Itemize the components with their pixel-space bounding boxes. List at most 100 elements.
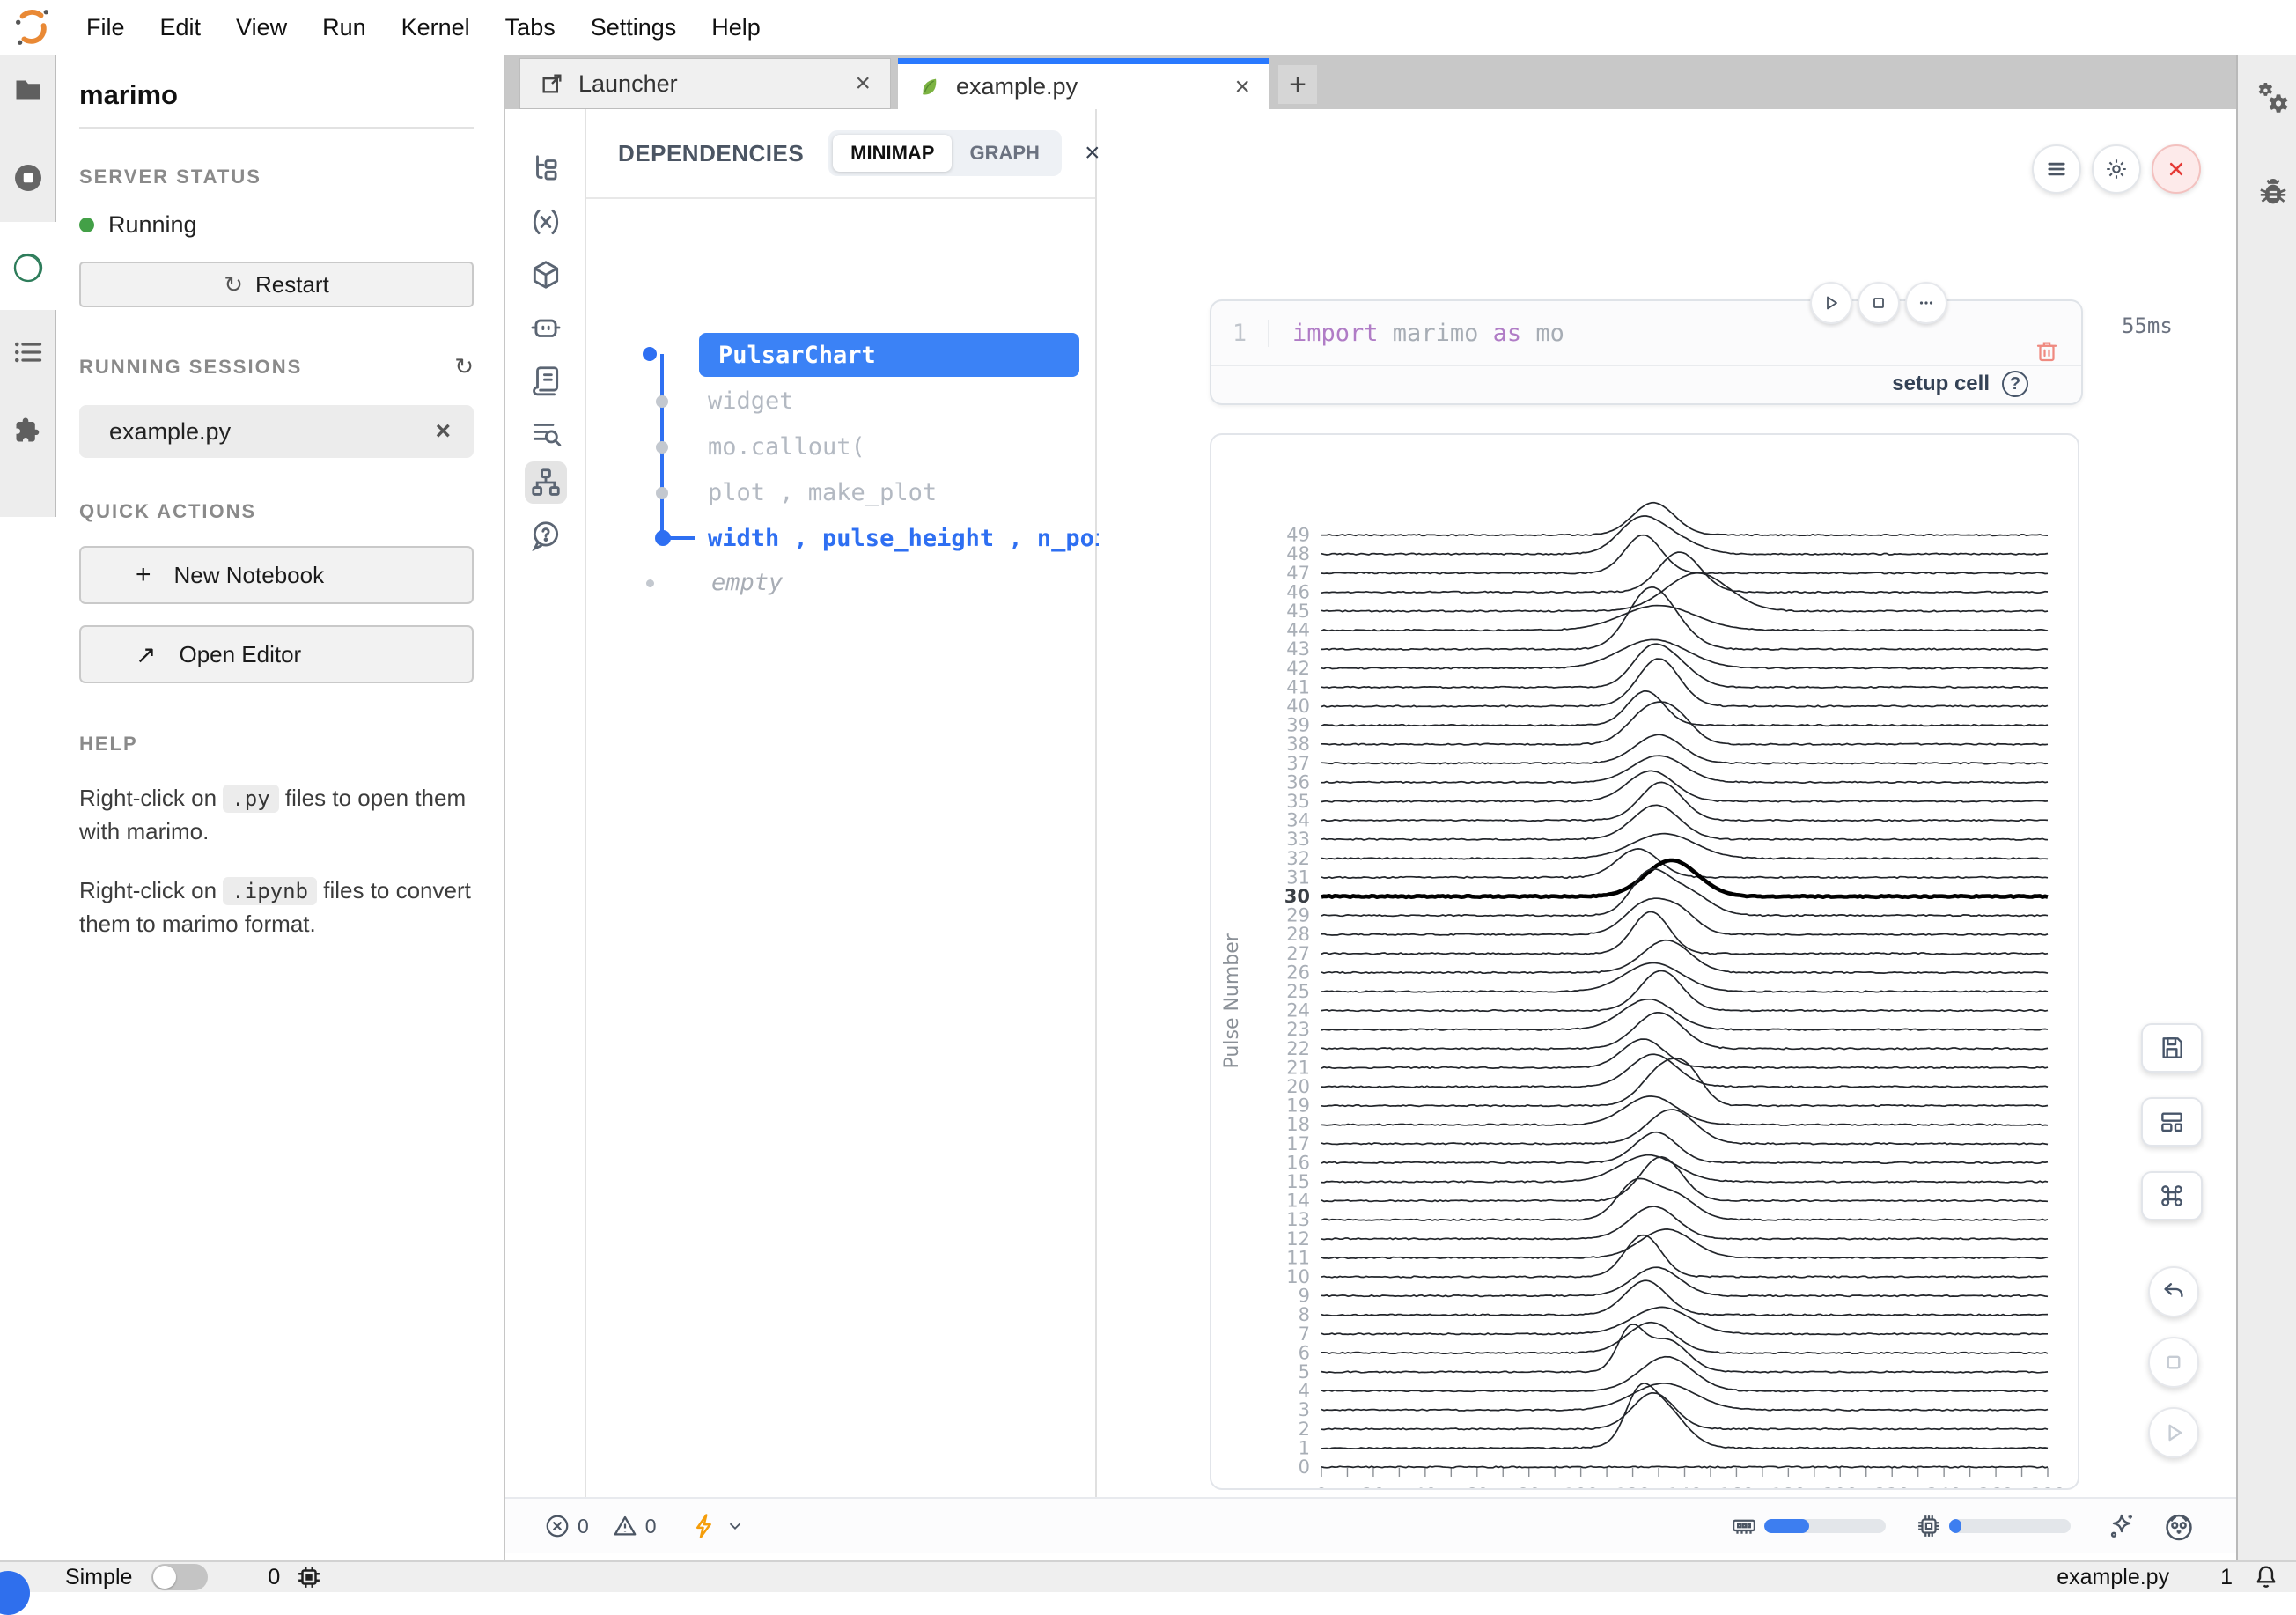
bell-icon[interactable] [2252,1563,2280,1591]
marimo-chat-icon[interactable] [2162,1509,2196,1543]
ridgeline-chart: 020406080100120140160180200220240260280P… [1211,435,2078,1490]
graph-toggle[interactable]: GRAPH [952,135,1056,172]
help-icon[interactable] [525,514,567,557]
new-tab-button[interactable]: + [1278,65,1317,104]
tree-item-empty[interactable]: empty [711,569,783,596]
svg-text:42: 42 [1286,658,1310,679]
undo-button[interactable] [2148,1266,2199,1317]
setup-help-icon[interactable]: ? [2002,371,2028,397]
tree-item-width-params[interactable]: width , pulse_height , n_poi [708,525,1108,552]
tree-item-pulsarchart[interactable]: PulsarChart [699,333,1079,377]
tree-item-widget[interactable]: widget [708,387,794,415]
tab-launcher-close-icon[interactable]: × [855,69,871,99]
svg-text:13: 13 [1286,1209,1310,1230]
menu-item-settings[interactable]: Settings [573,14,695,41]
runtime-state-indicator[interactable] [692,1513,745,1539]
ai-sparkle-icon[interactable] [2106,1510,2138,1542]
menu-item-run[interactable]: Run [305,14,384,41]
ai-assistant-icon[interactable] [525,306,567,349]
cell-code[interactable]: import marimo as mo [1292,320,1564,347]
session-label: example.py [109,418,231,446]
gears-icon[interactable] [2254,79,2292,118]
session-close-icon[interactable]: × [435,417,451,446]
tree-node-dot [656,441,668,454]
svg-text:21: 21 [1286,1057,1310,1078]
menu-item-file[interactable]: File [69,14,143,41]
menu-item-help[interactable]: Help [694,14,778,41]
tree-item-callout[interactable]: mo.callout( [708,433,865,461]
sidebar-panel: marimo SERVER STATUS Running ↻ Restart R… [56,55,505,1560]
packages-icon[interactable] [525,254,567,296]
menu-item-tabs[interactable]: Tabs [488,14,573,41]
logs-search-icon[interactable] [525,412,567,454]
open-editor-button[interactable]: ↗ Open Editor [79,625,474,683]
notebook-area: example.py 1 import marimo as mo setup c… [1099,109,2236,1497]
tree-item-plot[interactable]: plot , make_plot [708,479,937,506]
save-button[interactable] [2141,1023,2203,1073]
ipynb-extension-chip: .ipynb [223,877,317,905]
minimap-toggle[interactable]: MINIMAP [833,135,952,172]
dependencies-graph-icon[interactable] [525,461,567,504]
svg-text:16: 16 [1286,1152,1310,1173]
help-paragraph-ipynb: Right-click on .ipynb files to convert t… [79,874,474,940]
new-notebook-button[interactable]: + New Notebook [79,546,474,604]
run-cell-button[interactable] [1810,282,1852,324]
launcher-icon [540,71,564,96]
svg-text:120: 120 [1615,1485,1651,1490]
stop-cell-button[interactable] [1858,282,1900,324]
notebook-settings-button[interactable] [2092,144,2141,194]
restart-button[interactable]: ↻ Restart [79,262,474,307]
svg-text:1: 1 [1299,1437,1310,1458]
pulsar-chart-output: 020406080100120140160180200220240260280P… [1210,433,2079,1490]
tab-example-close-icon[interactable]: × [1234,72,1250,102]
lightning-bolt-icon [692,1513,718,1539]
cell-setup-row: setup cell ? [1211,365,2081,403]
notification-blob[interactable] [0,1571,30,1615]
more-actions-button[interactable] [1905,282,1947,324]
menu-item-kernel[interactable]: Kernel [384,14,488,41]
tab-example-py[interactable]: example.py × [898,58,1269,109]
layout-toggle-button[interactable] [2141,1097,2203,1147]
bug-icon[interactable] [2256,174,2291,210]
chevron-down-icon [725,1513,745,1539]
menu-item-edit[interactable]: Edit [143,14,219,41]
notebook-shutdown-button[interactable] [2152,144,2201,194]
svg-text:29: 29 [1286,905,1310,926]
scratchpad-icon[interactable] [525,359,567,402]
svg-text:60: 60 [1465,1485,1489,1490]
session-item[interactable]: example.py × [79,405,474,458]
file-explorer-icon[interactable] [525,148,567,190]
marimo-ring-icon[interactable] [11,250,46,285]
svg-text:28: 28 [1286,924,1310,945]
svg-text:38: 38 [1286,734,1310,755]
setup-cell[interactable]: 1 import marimo as mo setup cell ? [1210,299,2083,405]
list-icon[interactable] [12,336,44,368]
dependencies-tree: PulsarChart widget mo.callout( plot , ma… [586,199,1095,1497]
dependencies-title: DEPENDENCIES [618,140,804,167]
menu-item-view[interactable]: View [218,14,305,41]
command-palette-button[interactable] [2141,1171,2203,1220]
delete-cell-icon[interactable] [2034,338,2060,365]
server-status-heading: SERVER STATUS [79,166,474,188]
tab-launcher[interactable]: Launcher × [519,58,891,109]
folder-icon[interactable] [12,74,44,106]
svg-text:180: 180 [1770,1485,1806,1490]
warnings-indicator[interactable]: 0 [612,1513,657,1539]
dependencies-close-icon[interactable]: × [1085,138,1100,168]
cell-code-row[interactable]: 1 import marimo as mo [1211,301,2081,366]
run-all-button[interactable] [2148,1407,2199,1458]
statusbar-badge: 1 [2220,1565,2233,1590]
svg-text:Pulse Number: Pulse Number [1221,933,1243,1068]
puzzle-icon[interactable] [12,414,44,446]
stop-all-button[interactable] [2148,1337,2199,1388]
variables-icon[interactable] [525,201,567,243]
refresh-sessions-icon[interactable]: ↻ [454,353,474,380]
simple-mode-toggle[interactable] [151,1564,208,1590]
quick-actions-heading: QUICK ACTIONS [79,500,474,523]
chip-icon[interactable] [296,1564,322,1590]
svg-text:22: 22 [1286,1038,1310,1059]
svg-text:0: 0 [1299,1456,1310,1478]
notebook-menu-button[interactable] [2032,144,2081,194]
errors-indicator[interactable]: 0 [544,1513,589,1539]
running-sessions-icon[interactable] [12,162,44,194]
